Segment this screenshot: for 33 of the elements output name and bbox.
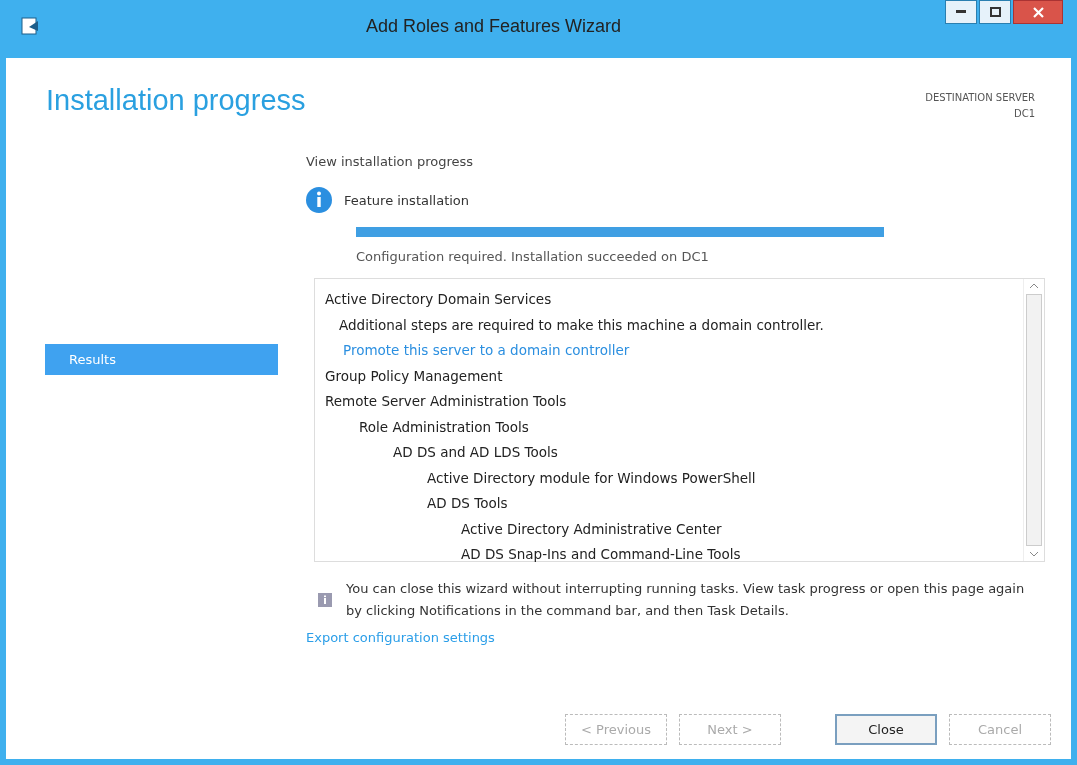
result-item: AD DS and AD LDS Tools (393, 443, 559, 462)
page-title: Installation progress (46, 84, 306, 118)
close-button[interactable] (1013, 0, 1063, 24)
maximize-button[interactable] (979, 0, 1011, 24)
minimize-button[interactable] (945, 0, 977, 24)
server-name: DC1 (1012, 107, 1035, 121)
info-icon (318, 593, 332, 607)
result-item: Remote Server Administration Tools (325, 392, 568, 411)
scroll-down-icon[interactable] (1030, 552, 1038, 557)
section-title: View installation progress (306, 154, 474, 169)
result-item: AD DS Snap-Ins and Command-Line Tools (461, 545, 742, 564)
scrollbar[interactable] (1023, 279, 1044, 561)
result-item: Group Policy Management (325, 366, 504, 386)
destination-label: DESTINATION SERVER (925, 91, 1035, 105)
promote-link[interactable]: Promote this server to a domain controller (325, 342, 630, 358)
sidebar-item[interactable]: Results (45, 344, 278, 375)
progress-status: Configuration required. Installation succeeded on DC1 (356, 249, 710, 264)
wizard-button[interactable]: Close (835, 714, 937, 745)
result-item: AD DS Tools (427, 494, 509, 513)
result-description: Additional steps are required to make this machine a domain controller. (338, 315, 825, 335)
result-item: Active Directory Domain Services (325, 290, 553, 309)
export-link[interactable]: Export configuration settings (306, 630, 495, 645)
maximize-icon (989, 7, 1001, 17)
close-icon (1032, 6, 1044, 18)
scroll-up-icon[interactable] (1030, 283, 1038, 288)
result-item: Role Administration Tools (359, 417, 530, 437)
result-item: Active Directory Administrative Center (461, 519, 723, 539)
info-icon (306, 187, 332, 213)
progress-title: Feature installation (344, 192, 470, 208)
minimize-icon (956, 10, 966, 14)
window-title: Add Roles and Features Wizard (364, 15, 623, 37)
note-text: You can close this wizard without interrupting running tasks. View task progress or open this page again by clicking Notifications in the command bar, and then Task Details. (346, 580, 1025, 620)
result-item: Active Directory module for Windows PowerShell (427, 468, 757, 488)
